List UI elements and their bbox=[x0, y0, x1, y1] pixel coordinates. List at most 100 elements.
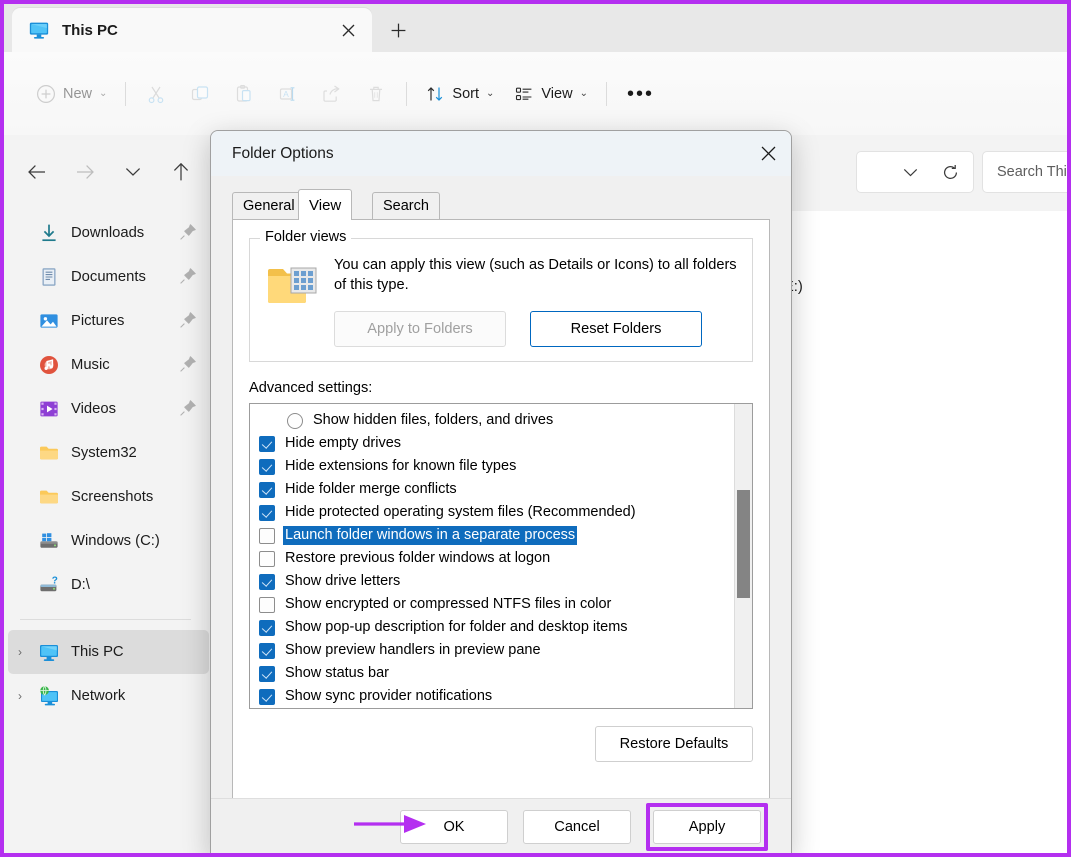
new-tab-button[interactable] bbox=[382, 14, 414, 46]
sidebar-item-documents[interactable]: Documents bbox=[8, 255, 209, 299]
list-item-selected[interactable]: Launch folder windows in a separate proc… bbox=[250, 524, 752, 547]
checkbox-icon[interactable] bbox=[259, 550, 275, 567]
delete-button[interactable] bbox=[354, 76, 398, 112]
sidebar-item-d-drive[interactable]: ? D:\ bbox=[8, 563, 209, 607]
address-bar[interactable] bbox=[856, 151, 974, 193]
reset-folders-button[interactable]: Reset Folders bbox=[530, 311, 702, 348]
share-icon bbox=[323, 84, 340, 102]
checkbox-icon[interactable] bbox=[259, 458, 275, 475]
back-button[interactable] bbox=[18, 153, 56, 191]
checkbox-icon[interactable] bbox=[259, 642, 275, 659]
checkbox-icon[interactable] bbox=[259, 435, 275, 452]
pin-icon[interactable] bbox=[179, 223, 197, 241]
unknown-drive-icon: ? bbox=[40, 576, 58, 592]
address-chevron-icon[interactable] bbox=[893, 155, 927, 189]
checkbox-icon[interactable] bbox=[259, 573, 275, 590]
tab-strip: This PC bbox=[4, 4, 1067, 52]
list-item[interactable]: Show hidden files, folders, and drives bbox=[250, 409, 752, 432]
sort-button[interactable]: Sort ⌄ bbox=[415, 76, 504, 112]
pin-icon[interactable] bbox=[179, 399, 197, 417]
chevron-right-icon[interactable]: › bbox=[18, 643, 22, 661]
tab-general[interactable]: General bbox=[232, 192, 306, 219]
copy-button[interactable] bbox=[178, 76, 222, 112]
pin-icon[interactable] bbox=[179, 267, 197, 285]
advanced-settings-list[interactable]: Show hidden files, folders, and drives H… bbox=[249, 403, 753, 710]
downloads-icon bbox=[42, 224, 56, 242]
list-item-label: Hide protected operating system files (R… bbox=[285, 504, 636, 521]
view-button[interactable]: View ⌄ bbox=[504, 76, 598, 112]
list-item[interactable]: Hide protected operating system files (R… bbox=[250, 501, 752, 524]
tab-this-pc[interactable]: This PC bbox=[12, 8, 372, 52]
pin-icon[interactable] bbox=[179, 355, 197, 373]
see-more-button[interactable]: ••• bbox=[615, 76, 666, 112]
sidebar-item-music[interactable]: Music bbox=[8, 343, 209, 387]
list-item-label: Show sync provider notifications bbox=[285, 688, 493, 705]
checkbox-icon[interactable] bbox=[259, 596, 275, 613]
list-item[interactable]: Hide extensions for known file types bbox=[250, 455, 752, 478]
checkbox-icon[interactable] bbox=[259, 665, 275, 682]
paste-icon bbox=[237, 84, 252, 102]
new-button[interactable]: New ⌄ bbox=[26, 76, 117, 112]
checkbox-icon[interactable] bbox=[259, 688, 275, 705]
list-item[interactable]: Show preview handlers in preview pane bbox=[250, 639, 752, 662]
forward-button[interactable] bbox=[66, 153, 104, 191]
list-item[interactable]: Hide folder merge conflicts bbox=[250, 478, 752, 501]
list-item[interactable]: Show sync provider notifications bbox=[250, 685, 752, 708]
close-icon[interactable] bbox=[745, 131, 791, 176]
list-item-label: Hide folder merge conflicts bbox=[285, 481, 457, 498]
sidebar-item-screenshots[interactable]: Screenshots bbox=[8, 475, 209, 519]
sidebar-item-this-pc[interactable]: › This PC bbox=[8, 630, 209, 674]
chevron-right-icon[interactable]: › bbox=[18, 687, 22, 705]
cut-button[interactable] bbox=[134, 76, 178, 112]
folder-icon bbox=[40, 446, 58, 460]
sidebar-item-videos[interactable]: Videos bbox=[8, 387, 209, 431]
radio-icon[interactable] bbox=[287, 412, 303, 429]
scrollbar-thumb[interactable] bbox=[737, 490, 750, 599]
rename-button[interactable]: A bbox=[266, 76, 310, 112]
sidebar-item-label: Documents bbox=[71, 269, 146, 285]
chevron-down-icon: ⌄ bbox=[486, 87, 495, 99]
checkbox-icon[interactable] bbox=[259, 708, 275, 709]
list-item-label: Show status bar bbox=[285, 665, 389, 682]
refresh-icon[interactable] bbox=[933, 155, 967, 189]
list-item[interactable]: Show drive letters bbox=[250, 570, 752, 593]
sidebar-item-windows-c[interactable]: Windows (C:) bbox=[8, 519, 209, 563]
list-item[interactable]: Show pop-up description for folder and d… bbox=[250, 616, 752, 639]
list-item-label: Show preview handlers in preview pane bbox=[285, 642, 541, 659]
checkbox-icon[interactable] bbox=[259, 504, 275, 521]
new-label: New bbox=[63, 85, 93, 102]
sidebar-item-label: Network bbox=[71, 688, 126, 704]
tab-search[interactable]: Search bbox=[372, 192, 440, 219]
dialog-title-bar: Folder Options bbox=[211, 131, 791, 176]
sidebar-item-downloads[interactable]: Downloads bbox=[8, 211, 209, 255]
sidebar-item-network[interactable]: › Network bbox=[8, 674, 209, 718]
sidebar-item-pictures[interactable]: Pictures bbox=[8, 299, 209, 343]
apply-button[interactable]: Apply bbox=[653, 809, 761, 844]
restore-defaults-button[interactable]: Restore Defaults bbox=[595, 726, 753, 763]
list-item[interactable]: Show encrypted or compressed NTFS files … bbox=[250, 593, 752, 616]
checkbox-icon[interactable] bbox=[259, 619, 275, 636]
close-icon[interactable] bbox=[334, 16, 362, 44]
dialog-tab-panel: Folder views You can apply this view (su… bbox=[232, 219, 770, 854]
pin-icon[interactable] bbox=[179, 311, 197, 329]
list-item[interactable]: Restore previous folder windows at logon bbox=[250, 547, 752, 570]
tab-view[interactable]: View bbox=[298, 189, 353, 220]
list-item-label: Hide extensions for known file types bbox=[285, 458, 517, 475]
sidebar-item-system32[interactable]: System32 bbox=[8, 431, 209, 475]
list-item[interactable]: Show status bar bbox=[250, 662, 752, 685]
list-item[interactable]: Use check boxes to select items bbox=[250, 708, 752, 709]
cancel-button[interactable]: Cancel bbox=[523, 809, 631, 844]
checkbox-icon[interactable] bbox=[259, 527, 275, 544]
divider bbox=[125, 81, 127, 106]
list-scrollbar[interactable] bbox=[734, 404, 752, 709]
search-input[interactable]: Search This PC bbox=[982, 151, 1067, 193]
recent-locations-button[interactable] bbox=[114, 153, 152, 191]
list-item[interactable]: Hide empty drives bbox=[250, 432, 752, 455]
up-button[interactable] bbox=[162, 153, 200, 191]
apply-to-folders-button[interactable]: Apply to Folders bbox=[334, 311, 506, 348]
paste-button[interactable] bbox=[222, 76, 266, 112]
chevron-down-icon: ⌄ bbox=[579, 87, 588, 99]
share-button[interactable] bbox=[310, 76, 354, 112]
sidebar-item-label: Music bbox=[71, 357, 110, 373]
checkbox-icon[interactable] bbox=[259, 481, 275, 498]
